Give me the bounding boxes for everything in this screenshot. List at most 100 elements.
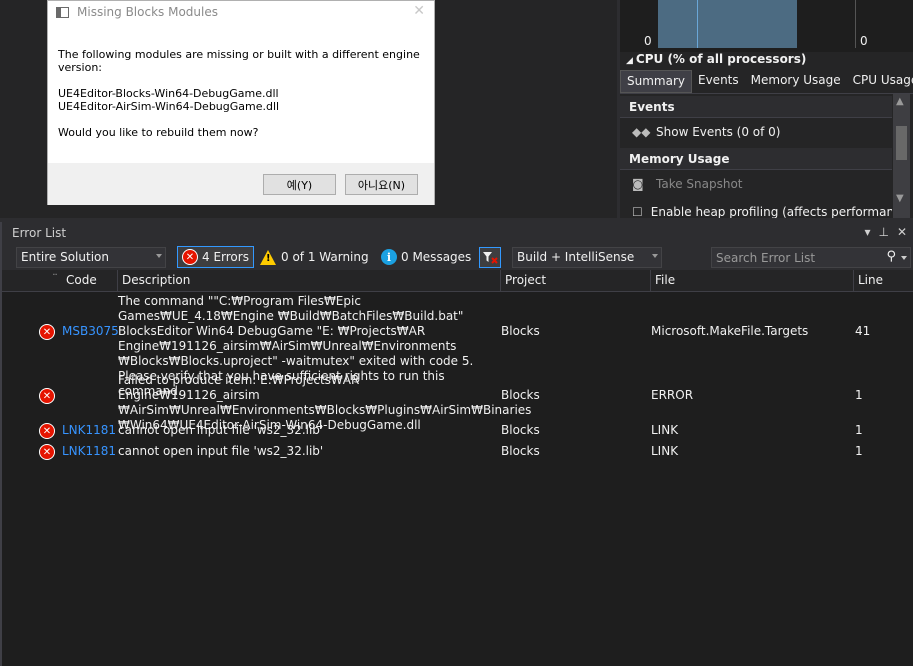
- error-icon: ✕: [39, 423, 55, 439]
- show-events-label: Show Events (0 of 0): [656, 125, 781, 139]
- pin-icon[interactable]: ⊥: [878, 225, 888, 239]
- error-line: 1: [855, 423, 863, 437]
- column-description[interactable]: Description: [118, 270, 501, 292]
- search-box[interactable]: ⚲: [711, 247, 911, 268]
- dialog-title: Missing Blocks Modules: [77, 5, 218, 19]
- error-code-link[interactable]: LNK1181: [62, 444, 116, 459]
- window-icon: [56, 6, 69, 18]
- scroll-up-icon[interactable]: ▲: [896, 96, 904, 107]
- error-project: Blocks: [501, 388, 540, 402]
- scope-value: Entire Solution: [21, 250, 109, 264]
- error-project: Blocks: [501, 324, 540, 338]
- cpu-chart-axis: [855, 0, 856, 48]
- warning-icon: !: [260, 249, 276, 265]
- table-row[interactable]: ✕ MSB3075 The command ""C:₩Program Files…: [2, 294, 913, 398]
- error-file: LINK: [651, 423, 679, 437]
- events-section-header: Events: [620, 96, 892, 118]
- cpu-label-text: CPU (% of all processors): [635, 52, 807, 66]
- error-project: Blocks: [501, 444, 540, 458]
- messages-count: 0 Messages: [401, 250, 472, 264]
- table-row[interactable]: ✕ LNK1181 cannot open input file 'ws2_32…: [2, 422, 913, 442]
- error-file: LINK: [651, 444, 679, 458]
- events-icon: ◆◆: [632, 125, 651, 139]
- column-code[interactable]: Code: [62, 270, 118, 292]
- error-code-link[interactable]: MSB3075: [62, 324, 119, 339]
- sort-icon: ⠉: [52, 273, 58, 282]
- error-list-title: Error List: [12, 226, 67, 240]
- search-icon[interactable]: ⚲: [886, 249, 896, 264]
- table-row[interactable]: ✕ Failed to produce item: E:₩Projects₩AR…: [2, 373, 913, 432]
- build-filter-dropdown[interactable]: Build + IntelliSense: [512, 247, 662, 268]
- error-description: cannot open input file 'ws2_32.lib': [118, 423, 324, 437]
- error-file: Microsoft.MakeFile.Targets: [651, 324, 809, 338]
- tab-summary[interactable]: Summary: [620, 70, 692, 93]
- error-list-toolbar: Entire Solution ✕ 4 Errors ! 0 of 1 Warn…: [2, 244, 913, 270]
- take-snapshot-button[interactable]: ◙ Take Snapshot: [620, 171, 892, 197]
- dropdown-icon[interactable]: ▾: [864, 225, 870, 239]
- chevron-down-icon: [156, 254, 162, 258]
- module-list: UE4Editor-Blocks-Win64-DebugGame.dll UE4…: [58, 87, 424, 113]
- camera-icon: ◙: [632, 177, 644, 191]
- show-events-link[interactable]: ◆◆ Show Events (0 of 0): [620, 119, 892, 145]
- errors-count: 4 Errors: [202, 250, 249, 264]
- diagnostic-tools-panel: 0 0 ◢ CPU (% of all processors) Summary E…: [620, 0, 913, 218]
- cpu-axis-zero-left: 0: [644, 34, 652, 48]
- column-project[interactable]: Project: [501, 270, 651, 292]
- filter-toggle-button[interactable]: [479, 247, 501, 268]
- chevron-down-icon[interactable]: [901, 256, 907, 260]
- column-icon[interactable]: ⠉: [2, 270, 62, 292]
- tab-cpu-usage[interactable]: CPU Usage: [847, 70, 913, 93]
- cpu-axis-zero-right: 0: [860, 34, 868, 48]
- search-input[interactable]: [712, 248, 882, 267]
- cpu-chart-area: [658, 0, 797, 48]
- error-file: ERROR: [651, 388, 694, 402]
- scope-dropdown[interactable]: Entire Solution: [16, 247, 166, 268]
- error-icon: ✕: [39, 444, 55, 460]
- error-description: cannot open input file 'ws2_32.lib': [118, 444, 324, 458]
- error-list-panel: Error List ▾ ⊥ ✕ Entire Solution ✕ 4 Err…: [0, 222, 913, 666]
- close-icon[interactable]: ✕: [897, 225, 907, 239]
- diagnostic-tabs: Summary Events Memory Usage CPU Usage: [620, 70, 913, 94]
- tab-memory-usage[interactable]: Memory Usage: [745, 70, 847, 93]
- yes-button[interactable]: 예(Y): [263, 174, 336, 195]
- error-line: 41: [855, 324, 871, 338]
- warnings-filter-button[interactable]: ! 0 of 1 Warning: [256, 246, 373, 268]
- no-button[interactable]: 아니요(N): [345, 174, 418, 195]
- dialog-message: The following modules are missing or bui…: [58, 48, 420, 74]
- diagnostic-scrollbar[interactable]: ▲ ▼: [893, 94, 910, 218]
- dialog-footer: 예(Y) 아니요(N): [48, 163, 434, 205]
- messages-filter-button[interactable]: i 0 Messages: [377, 246, 475, 268]
- error-icon: ✕: [39, 324, 55, 340]
- enable-heap-profiling-checkbox[interactable]: ☐ Enable heap profiling (affects perform…: [620, 199, 892, 218]
- table-row[interactable]: ✕ LNK1181 cannot open input file 'ws2_32…: [2, 443, 913, 463]
- take-snapshot-label: Take Snapshot: [656, 177, 743, 191]
- panel-window-controls: ▾ ⊥ ✕: [864, 225, 907, 239]
- filter-icon: [483, 251, 498, 264]
- checkbox-icon: ☐: [632, 205, 643, 218]
- errors-filter-button[interactable]: ✕ 4 Errors: [177, 246, 254, 268]
- error-line: 1: [855, 444, 863, 458]
- module-item: UE4Editor-AirSim-Win64-DebugGame.dll: [58, 100, 280, 113]
- memory-section-header: Memory Usage: [620, 148, 892, 170]
- enable-heap-label: Enable heap profiling (affects performan…: [650, 205, 892, 218]
- scroll-down-icon[interactable]: ▼: [896, 193, 904, 204]
- dialog-body: The following modules are missing or bui…: [58, 48, 424, 152]
- column-file[interactable]: File: [651, 270, 854, 292]
- error-list-header: Error List ▾ ⊥ ✕: [2, 222, 913, 244]
- error-icon: ✕: [39, 388, 55, 404]
- column-line[interactable]: Line: [854, 270, 913, 292]
- build-filter-value: Build + IntelliSense: [517, 250, 635, 264]
- error-project: Blocks: [501, 423, 540, 437]
- dialog-title-bar[interactable]: Missing Blocks Modules ✕: [48, 1, 434, 23]
- cpu-chart-label[interactable]: ◢ CPU (% of all processors): [626, 52, 806, 66]
- cpu-chart: 0 0: [620, 0, 913, 52]
- error-line: 1: [855, 388, 863, 402]
- error-code-link[interactable]: LNK1181: [62, 423, 116, 438]
- warnings-count: 0 of 1 Warning: [281, 250, 369, 264]
- column-headers: ⠉ Code Description Project File Line: [2, 270, 913, 292]
- close-icon[interactable]: ✕: [413, 3, 425, 19]
- collapse-triangle-icon[interactable]: ◢: [626, 56, 633, 66]
- scrollbar-thumb[interactable]: [896, 126, 907, 160]
- tab-events[interactable]: Events: [692, 70, 745, 93]
- missing-modules-dialog: Missing Blocks Modules ✕ The following m…: [47, 0, 435, 205]
